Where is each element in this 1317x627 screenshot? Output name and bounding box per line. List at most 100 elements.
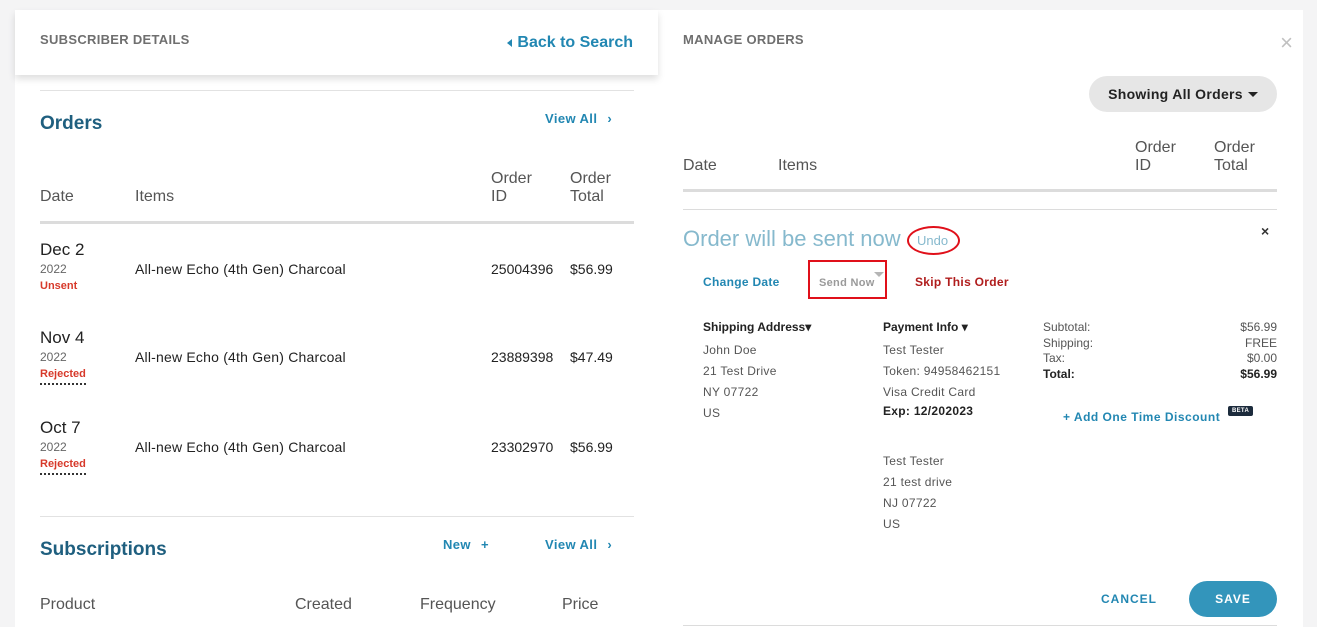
col-date: Date [683, 157, 717, 174]
col-created: Created [295, 596, 352, 613]
skip-order-button[interactable]: Skip This Order [915, 275, 1009, 289]
billing-country: US [883, 517, 901, 531]
cancel-button[interactable]: CANCEL [1101, 592, 1157, 606]
manage-orders-title: MANAGE ORDERS [683, 32, 804, 47]
shipping-country: US [703, 406, 721, 420]
plus-icon: + [480, 537, 489, 552]
table-row[interactable]: Nov 4 2022 Rejected All-new Echo (4th Ge… [40, 328, 634, 408]
view-all-label: View All [545, 111, 598, 126]
order-id: 23889398 [491, 349, 554, 365]
close-icon[interactable]: × [1280, 30, 1293, 56]
new-subscription-link[interactable]: New + [443, 537, 489, 552]
divider [40, 516, 634, 517]
order-item: All-new Echo (4th Gen) Charcoal [135, 261, 346, 277]
col-order-id: Order ID [1135, 139, 1176, 174]
table-header-rule [683, 189, 1277, 192]
shipping-name: John Doe [703, 343, 757, 357]
shipping-street: 21 Test Drive [703, 364, 777, 378]
col-date: Date [40, 188, 74, 205]
orders-title: Orders [40, 113, 103, 134]
total-label: Total: [1043, 367, 1075, 381]
shipping-region: NY 07722 [703, 385, 759, 399]
order-total: $47.49 [570, 349, 613, 365]
total-value: $56.99 [1240, 367, 1277, 381]
divider [40, 90, 634, 91]
billing-street: 21 test drive [883, 475, 953, 489]
subtotal-value: $56.99 [1240, 320, 1277, 334]
divider [683, 209, 1277, 210]
tax-label: Tax: [1043, 351, 1066, 365]
view-all-label: View All [545, 537, 598, 552]
status-badge[interactable]: Rejected [40, 458, 86, 475]
col-product: Product [40, 596, 96, 613]
payment-heading: Payment Info [883, 320, 959, 334]
undo-link[interactable]: Undo [917, 233, 948, 248]
order-year: 2022 [40, 440, 67, 454]
chevron-right-icon: › [607, 111, 613, 126]
table-row[interactable]: Dec 2 2022 Unsent All-new Echo (4th Gen)… [40, 240, 634, 320]
order-date: Dec 2 [40, 240, 85, 259]
divider [683, 625, 1277, 626]
order-id: 23302970 [491, 439, 554, 455]
order-year: 2022 [40, 262, 67, 276]
table-header-rule [40, 221, 634, 224]
status-badge: Unsent [40, 280, 78, 292]
chevron-right-icon: › [607, 537, 613, 552]
order-date: Nov 4 [40, 328, 85, 347]
caret-down-icon [1247, 91, 1258, 97]
order-year: 2022 [40, 350, 67, 364]
order-total: $56.99 [570, 261, 613, 277]
chevron-left-icon [507, 39, 513, 47]
billing-name: Test Tester [883, 454, 945, 468]
back-to-search-label: Back to Search [517, 34, 633, 51]
order-id: 25004396 [491, 261, 554, 277]
caret-down-icon: ▾ [961, 320, 968, 334]
col-items: Items [778, 157, 818, 174]
col-order-total: Order Total [1214, 139, 1255, 174]
subscriber-details-title: SUBSCRIBER DETAILS [40, 32, 190, 47]
subscriptions-view-all-link[interactable]: View All › [545, 537, 612, 552]
col-frequency: Frequency [420, 596, 496, 613]
change-date-button[interactable]: Change Date [703, 275, 780, 289]
caret-down-icon [874, 272, 884, 277]
manage-orders-panel: MANAGE ORDERS × Showing All Orders Date … [658, 10, 1303, 627]
subtotal-label: Subtotal: [1043, 320, 1091, 334]
save-button[interactable]: SAVE [1189, 581, 1277, 617]
order-item: All-new Echo (4th Gen) Charcoal [135, 439, 346, 455]
col-order-total: Order Total [570, 170, 611, 205]
payment-expiry: Exp: 12/202023 [883, 404, 974, 418]
filter-label: Showing All Orders [1108, 86, 1243, 102]
new-label: New [443, 537, 471, 552]
order-date: Oct 7 [40, 418, 81, 437]
billing-region: NJ 07722 [883, 496, 937, 510]
shipping-cost-value: FREE [1244, 336, 1277, 350]
close-icon[interactable]: × [1261, 223, 1269, 239]
token-container: Token: 94958462151711 [883, 364, 1001, 380]
order-item: All-new Echo (4th Gen) Charcoal [135, 349, 346, 365]
shipping-heading: Shipping Address [703, 320, 806, 334]
subscriber-header: SUBSCRIBER DETAILS Back to Search [15, 10, 658, 75]
payment-token: Token: 94958462151711 [883, 364, 1001, 378]
back-to-search-link[interactable]: Back to Search [507, 34, 633, 52]
send-now-button[interactable]: Send Now [819, 277, 875, 289]
add-discount-link[interactable]: + Add One Time Discount [1063, 410, 1220, 424]
tax-value: $0.00 [1246, 351, 1277, 365]
order-status-message: Order will be sent now [683, 226, 901, 251]
payment-info-toggle[interactable]: Payment Info ▾ [883, 320, 968, 334]
col-order-id: Order ID [491, 170, 532, 205]
table-row[interactable]: Oct 7 2022 Rejected All-new Echo (4th Ge… [40, 418, 634, 498]
status-badge[interactable]: Rejected [40, 368, 86, 385]
shipping-address-toggle[interactable]: Shipping Address▾ [703, 320, 811, 334]
shipping-cost-label: Shipping: [1043, 336, 1094, 350]
order-filter-dropdown[interactable]: Showing All Orders [1089, 76, 1277, 112]
subscriptions-title: Subscriptions [40, 539, 167, 560]
col-price: Price [562, 596, 599, 613]
order-total: $56.99 [570, 439, 613, 455]
subscriber-details-panel: SUBSCRIBER DETAILS Back to Search Orders… [15, 10, 658, 627]
caret-down-icon: ▾ [805, 320, 812, 334]
payment-card-type: Visa Credit Card [883, 385, 976, 399]
orders-view-all-link[interactable]: View All › [545, 111, 612, 126]
beta-badge: BETA [1228, 406, 1254, 416]
col-items: Items [135, 188, 175, 205]
payment-name: Test Tester [883, 343, 945, 357]
